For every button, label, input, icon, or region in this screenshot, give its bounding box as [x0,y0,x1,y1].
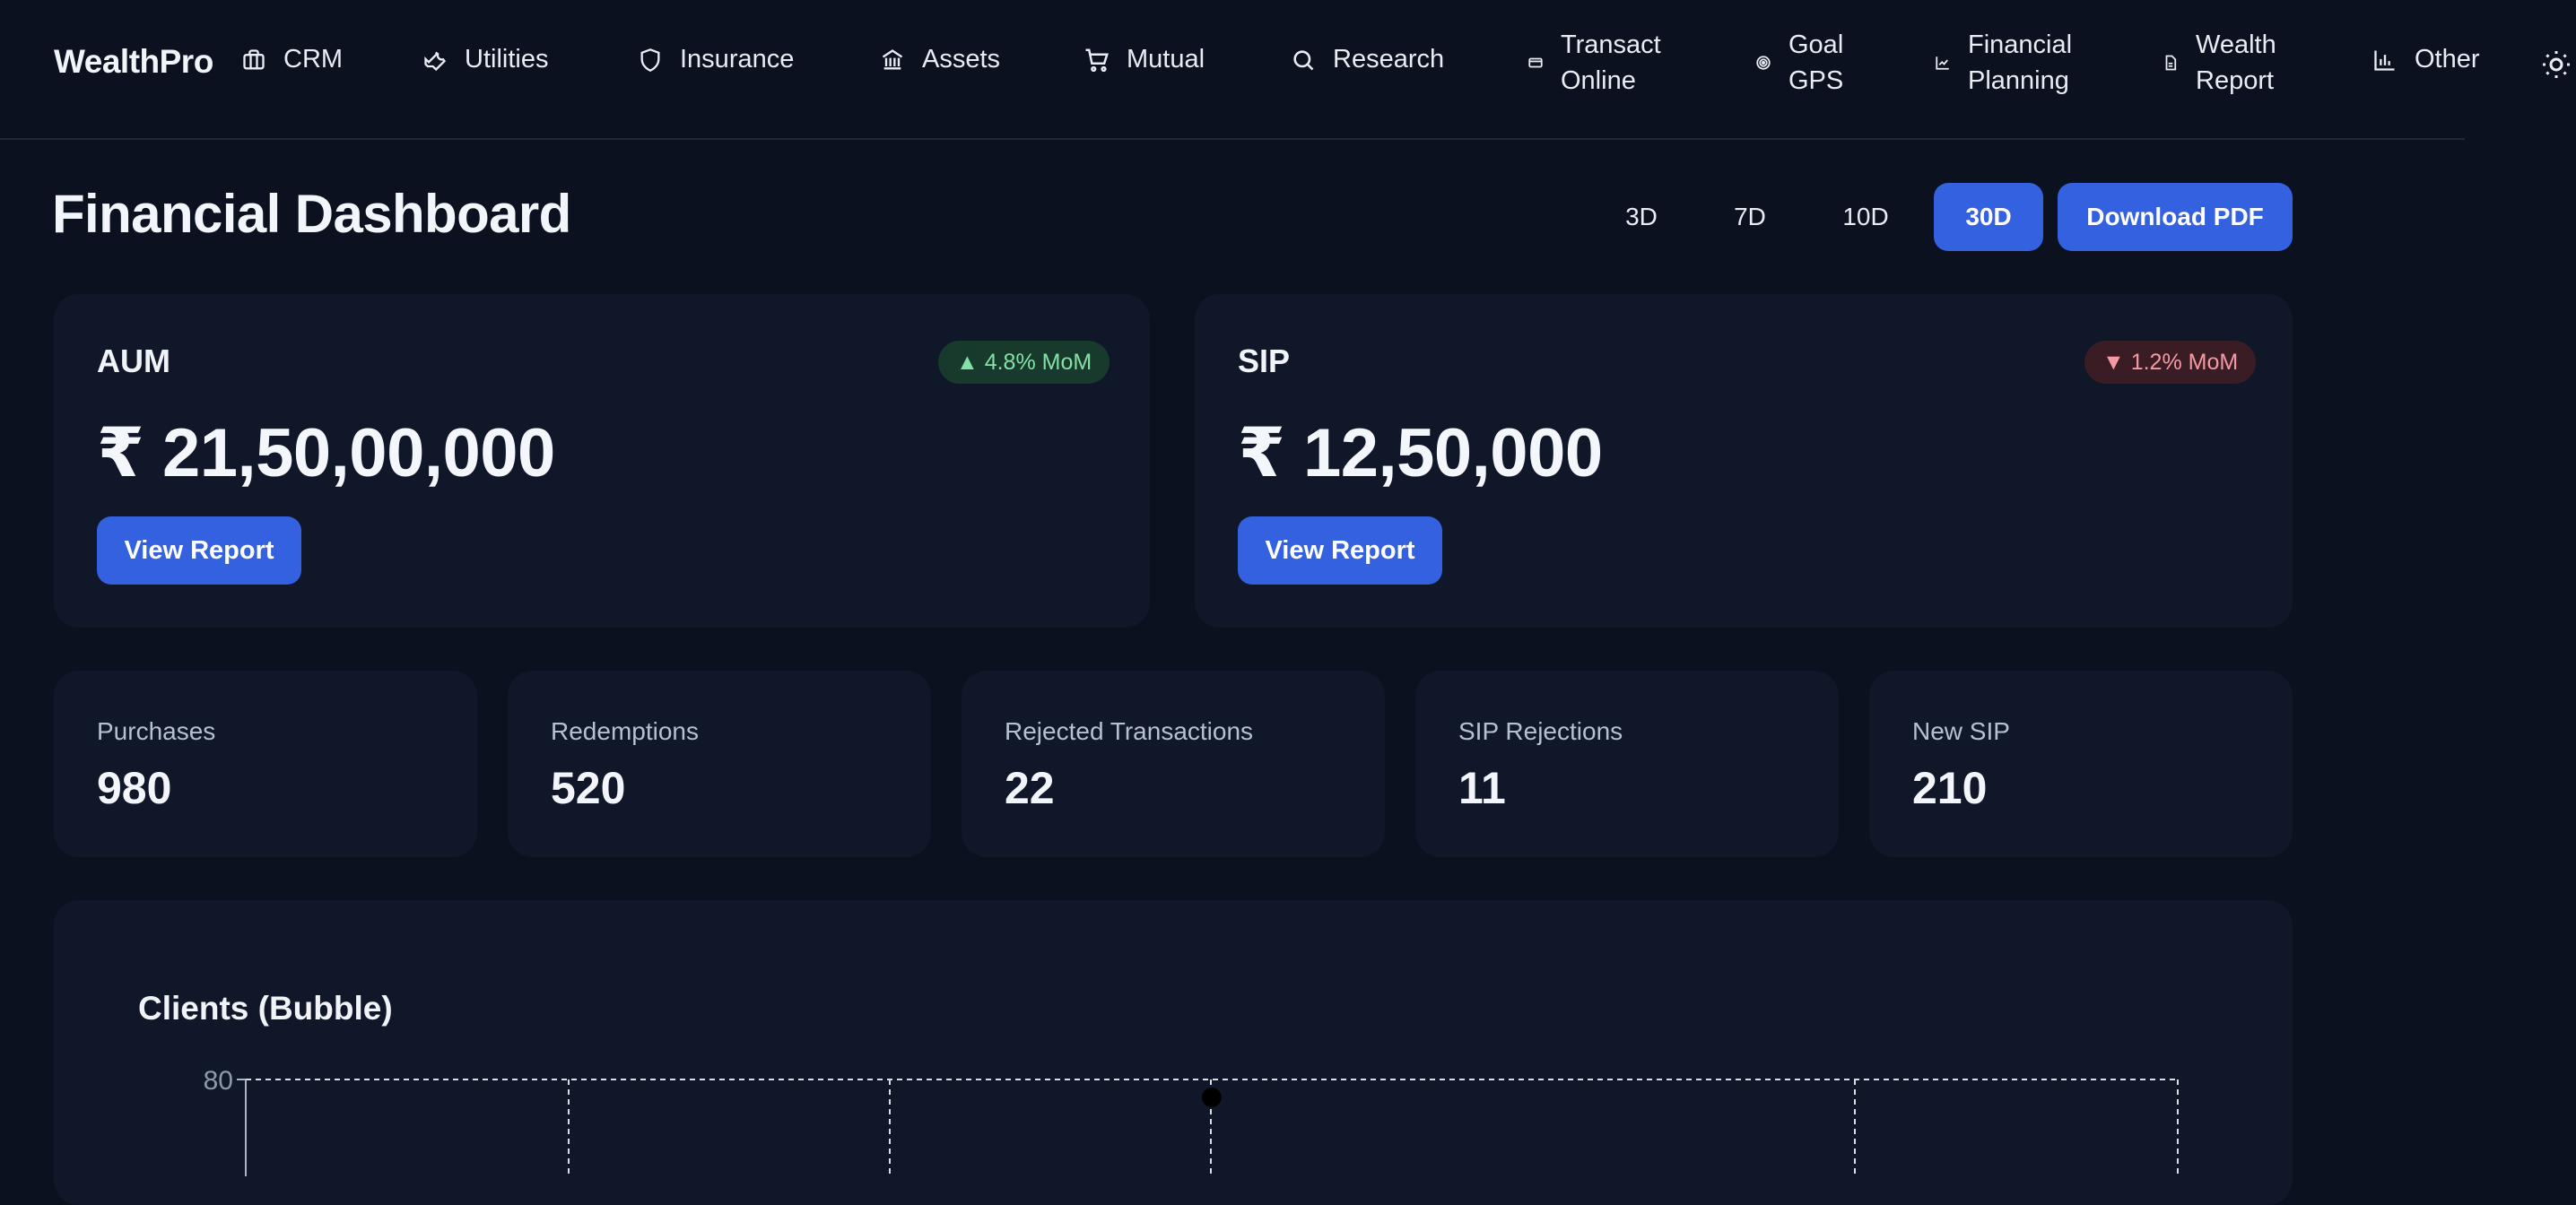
chart-bubble-point [1202,1088,1222,1107]
chart-y-tick-label: 80 [204,1066,233,1096]
clients-bubble-chart: 80 [204,1066,2179,1176]
